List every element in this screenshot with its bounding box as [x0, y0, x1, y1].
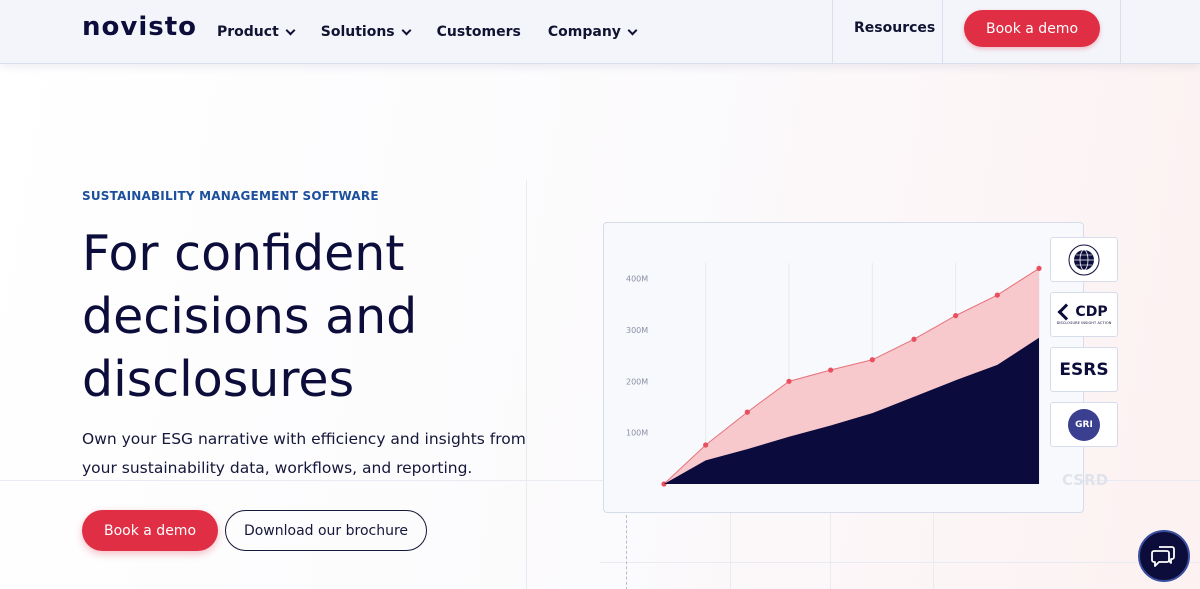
headline-line: disclosures — [82, 351, 355, 408]
headline-line: decisions and — [82, 288, 418, 345]
chevron-down-icon — [285, 25, 296, 35]
cdp-badge: CDP DISCLOSURE INSIGHT ACTION — [1050, 292, 1118, 337]
cdp-label: CDP — [1075, 304, 1108, 320]
resources-link[interactable]: Resources — [854, 20, 935, 36]
cdp-mark-icon — [1057, 303, 1075, 321]
data-point — [1036, 265, 1042, 271]
top-navigation: novisto Product Solutions Customers Comp… — [0, 0, 1200, 64]
hero-subtext: Own your ESG narrative with efficiency a… — [82, 430, 526, 477]
data-point — [869, 357, 875, 363]
data-point — [953, 313, 959, 319]
data-point — [994, 292, 1000, 298]
menu-item-product[interactable]: Product — [217, 24, 296, 40]
chevron-down-icon — [627, 25, 638, 35]
nav-divider — [1120, 0, 1121, 64]
chat-launcher-button[interactable] — [1138, 530, 1190, 582]
data-point — [786, 378, 792, 384]
y-tick-label: 400M — [626, 275, 648, 284]
chat-bubbles-icon — [1151, 546, 1175, 567]
grid-line — [600, 562, 1200, 563]
menu-item-label: Customers — [436, 24, 521, 40]
data-point — [911, 336, 917, 342]
menu-item-customers[interactable]: Customers — [437, 24, 521, 40]
y-tick-label: 200M — [626, 377, 648, 386]
cdp-sublabel: DISCLOSURE INSIGHT ACTION — [1056, 321, 1112, 325]
nav-book-demo-button[interactable]: Book a demo — [964, 10, 1100, 47]
download-brochure-button[interactable]: Download our brochure — [225, 510, 427, 551]
un-global-compact-badge — [1050, 237, 1118, 282]
hero-book-demo-button[interactable]: Book a demo — [82, 510, 218, 551]
main-menu: Product Solutions Customers Company — [217, 0, 663, 64]
esg-chart-card: 100M 200M 300M 400M — [603, 222, 1084, 513]
gri-badge: GRI — [1050, 402, 1118, 447]
nav-divider — [832, 0, 833, 64]
headline-line: For confident — [82, 225, 405, 282]
data-point — [703, 442, 709, 448]
novisto-logo[interactable]: novisto — [82, 12, 197, 42]
chevron-down-icon — [401, 25, 412, 35]
area-chart: 100M 200M 300M 400M — [626, 263, 1042, 487]
y-tick-label: 300M — [626, 326, 648, 335]
menu-item-label: Company — [547, 24, 621, 40]
nav-divider — [942, 0, 943, 64]
menu-item-solutions[interactable]: Solutions — [320, 24, 412, 40]
dashed-line — [626, 515, 627, 589]
gri-label: GRI — [1075, 419, 1093, 430]
data-point — [744, 409, 750, 415]
hero-eyebrow: SUSTAINABILITY MANAGEMENT SOFTWARE — [82, 189, 379, 203]
y-tick-label: 100M — [626, 429, 648, 438]
data-point — [828, 367, 834, 373]
menu-item-label: Solutions — [320, 24, 395, 40]
gri-circle: GRI — [1068, 408, 1100, 441]
esrs-label: ESRS — [1059, 359, 1109, 380]
menu-item-company[interactable]: Company — [547, 24, 638, 40]
un-globe-icon — [1068, 244, 1100, 275]
esrs-badge: ESRS — [1050, 347, 1118, 392]
menu-item-label: Product — [217, 24, 279, 40]
hero-headline: For confident decisions and disclosures — [82, 222, 542, 411]
csrd-label: CSRD — [1062, 471, 1109, 489]
